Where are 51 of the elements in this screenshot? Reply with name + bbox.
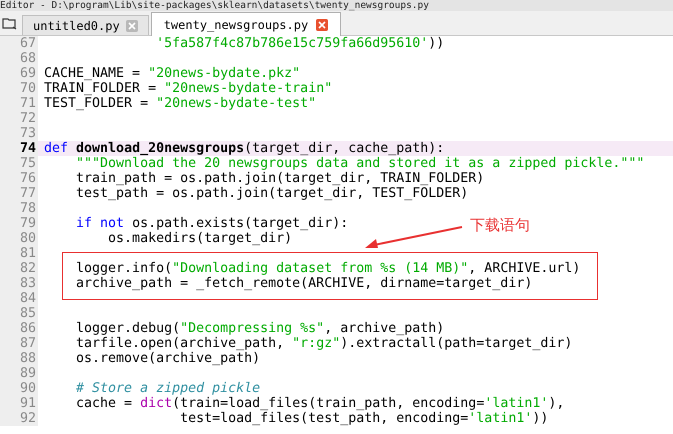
code-line: os.makedirs(target_dir)	[107, 231, 292, 246]
line-number: 70	[0, 81, 38, 96]
editor-tab[interactable]: twenty_newsgroups.py	[150, 12, 342, 36]
line-number: 76	[0, 171, 38, 186]
line-number: 72	[0, 111, 38, 126]
line-number: 69	[0, 66, 38, 81]
code-line: tarfile.open(archive_path, "r:gz").extractall(path=target_dir)	[75, 336, 572, 351]
code-line: test=load_files(test_path, encoding='latin1'))	[179, 411, 548, 426]
code-line: TEST_FOLDER = "20news-bydate-test"	[43, 96, 316, 111]
code-line: archive_path = _fetch_remote(ARCHIVE, dirname=target_dir)	[75, 276, 532, 291]
line-number: 74	[0, 141, 38, 156]
line-number: 92	[0, 411, 38, 426]
code-line: test_path = os.path.join(target_dir, TEST_FOLDER)	[75, 186, 468, 201]
code-line: CACHE_NAME = "20news-bydate.pkz"	[43, 66, 300, 81]
line-number: 83	[0, 276, 38, 291]
line-number: 75	[0, 156, 38, 171]
code-line: if not os.path.exists(target_dir):	[75, 216, 348, 231]
code-line: os.remove(archive_path)	[75, 351, 260, 366]
line-number: 71	[0, 96, 38, 111]
code-line: def download_20newsgroups(target_dir, cache_path):	[43, 141, 444, 156]
code-line: logger.info("Downloading dataset from %s (14 MB)", ARCHIVE.url)	[75, 261, 580, 276]
code-line: cache = dict(train=load_files(train_path, encoding='latin1'),	[75, 396, 564, 411]
code-line: # Store a zipped pickle	[75, 381, 260, 396]
line-number: 88	[0, 351, 38, 366]
code-line: """Download the 20 newsgroups data and stored it as a zipped pickle."""	[75, 156, 644, 171]
close-icon[interactable]	[316, 18, 328, 30]
code-line: train_path = os.path.join(target_dir, TRAIN_FOLDER)	[75, 171, 484, 186]
line-number: 80	[0, 231, 38, 246]
line-number: 91	[0, 396, 38, 411]
line-number: 79	[0, 216, 38, 231]
line-number: 81	[0, 246, 38, 261]
line-number: 82	[0, 261, 38, 276]
code-line: '5fa587f4c87b786e15c759fa66d95610'))	[155, 36, 444, 51]
code-line: TRAIN_FOLDER = "20news-bydate-train"	[43, 81, 332, 96]
window-title: Editor - D:\program\Lib\site-packages\sklearn\datasets\twenty_newsgroups.py	[0, 0, 429, 11]
line-number: 89	[0, 366, 38, 381]
line-number: 85	[0, 306, 38, 321]
line-number: 84	[0, 291, 38, 306]
line-number: 90	[0, 381, 38, 396]
close-icon[interactable]	[126, 20, 138, 32]
line-number: 68	[0, 51, 38, 66]
folder-icon[interactable]	[2, 16, 18, 30]
line-number: 73	[0, 126, 38, 141]
line-number: 67	[0, 36, 38, 51]
editor-tab[interactable]: untitled0.py	[22, 15, 149, 35]
line-number: 86	[0, 321, 38, 336]
code-line: logger.debug("Decompressing %s", archive_path)	[75, 321, 444, 336]
line-number: 87	[0, 336, 38, 351]
annotation-label: 下载语句	[470, 217, 530, 235]
line-number: 77	[0, 186, 38, 201]
line-number: 78	[0, 201, 38, 216]
